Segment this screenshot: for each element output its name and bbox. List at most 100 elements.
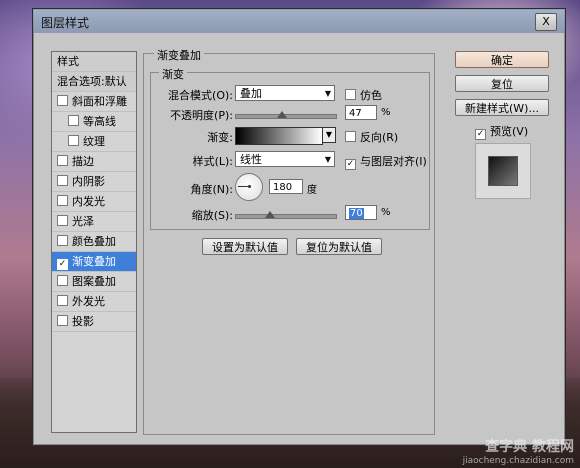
style-value: 线性 (240, 153, 262, 166)
align-checkbox[interactable]: ✓ (345, 159, 356, 170)
reverse-checkbox[interactable] (345, 131, 356, 142)
scale-slider-thumb[interactable] (265, 211, 275, 218)
sidebar-item[interactable]: 斜面和浮雕 (52, 92, 136, 112)
angle-value: 180 (273, 182, 293, 193)
sidebar-item-checkbox[interactable]: ✓ (57, 259, 68, 270)
dither-label: 仿色 (360, 89, 382, 102)
sidebar-item-blend-options[interactable]: 混合选项:默认 (52, 72, 136, 92)
opacity-input[interactable]: 47 (345, 105, 377, 120)
sidebar-item[interactable]: 内阴影 (52, 172, 136, 192)
sidebar-header-label: 样式 (57, 55, 79, 68)
scale-label: 缩放(S): (191, 209, 233, 222)
ok-label: 确定 (491, 54, 513, 67)
sidebar-item-label: 内阴影 (72, 175, 105, 188)
sidebar-item[interactable]: 光泽 (52, 212, 136, 232)
scale-input[interactable]: 70 (345, 205, 377, 220)
angle-dial[interactable] (235, 173, 263, 201)
chevron-down-icon: ▼ (324, 89, 331, 98)
check-icon: ✓ (346, 159, 355, 169)
sidebar-item-checkbox[interactable] (68, 135, 79, 146)
chevron-down-icon: ▼ (325, 130, 333, 139)
sidebar-item-label: 纹理 (83, 135, 105, 148)
sidebar-item[interactable]: 图案叠加 (52, 272, 136, 292)
style-label: 样式(L): (192, 155, 233, 168)
new-style-label: 新建样式(W)... (465, 102, 539, 115)
scale-slider-track[interactable] (235, 214, 337, 219)
sidebar-item-label: 投影 (72, 315, 94, 328)
sidebar-item-label: 等高线 (83, 115, 116, 128)
layer-style-dialog: 图层样式 X 样式 混合选项:默认 斜面和浮雕等高线纹理描边内阴影内发光光泽颜色… (32, 8, 566, 446)
sidebar-item-label: 颜色叠加 (72, 235, 116, 248)
sidebar-item[interactable]: 外发光 (52, 292, 136, 312)
style-select[interactable]: 线性 ▼ (235, 151, 335, 167)
reverse-label: 反向(R) (360, 131, 399, 144)
angle-center-dot (248, 185, 251, 188)
angle-label: 角度(N): (190, 183, 233, 196)
dither-checkbox[interactable] (345, 89, 356, 100)
sidebar-item[interactable]: 投影 (52, 312, 136, 332)
reset-button[interactable]: 复位 (455, 75, 549, 92)
sidebar-item[interactable]: 描边 (52, 152, 136, 172)
sidebar-item-checkbox[interactable] (57, 315, 68, 326)
group-title: 渐变叠加 (154, 47, 204, 63)
sidebar-item-label: 斜面和浮雕 (72, 95, 127, 108)
sidebar-item-checkbox[interactable] (57, 215, 68, 226)
gradient-subtitle: 渐变 (159, 66, 187, 82)
opacity-unit: % (381, 107, 391, 118)
scale-value: 70 (349, 208, 364, 219)
sidebar-item-checkbox[interactable] (57, 235, 68, 246)
align-checkbox-row[interactable]: ✓ 与图层对齐(I) (345, 153, 427, 170)
gradient-group: 渐变 混合模式(O): 叠加 ▼ 仿色 不透明度(P): 47 % 渐变: ▼ … (150, 66, 430, 230)
angle-input[interactable]: 180 (269, 179, 303, 194)
sidebar-item-label: 外发光 (72, 295, 105, 308)
gradient-dropdown[interactable]: ▼ (322, 127, 336, 143)
reset-default-button[interactable]: 复位为默认值 (296, 238, 382, 255)
set-default-button[interactable]: 设置为默认值 (202, 238, 288, 255)
sidebar-item-label: 渐变叠加 (72, 255, 116, 268)
sidebar-item-checkbox[interactable] (68, 115, 79, 126)
close-button[interactable]: X (535, 13, 557, 31)
sidebar-item[interactable]: ✓ 渐变叠加 (52, 252, 136, 272)
sidebar-item[interactable]: 颜色叠加 (52, 232, 136, 252)
opacity-value: 47 (349, 108, 362, 119)
set-default-label: 设置为默认值 (212, 241, 278, 254)
ok-button[interactable]: 确定 (455, 51, 549, 68)
watermark: 查字典 教程网 jiaocheng.chazidian.com (463, 436, 574, 466)
close-icon: X (542, 15, 550, 28)
preview-checkbox[interactable]: ✓ (475, 129, 486, 140)
titlebar: 图层样式 X (33, 9, 565, 33)
opacity-slider-thumb[interactable] (277, 111, 287, 118)
sidebar-item-label: 图案叠加 (72, 275, 116, 288)
check-icon: ✓ (476, 129, 485, 139)
reset-default-label: 复位为默认值 (306, 241, 372, 254)
sidebar-item-label: 光泽 (72, 215, 94, 228)
sidebar-item-label: 描边 (72, 155, 94, 168)
preview-swatch (488, 156, 518, 186)
sidebar-item[interactable]: 等高线 (52, 112, 136, 132)
sidebar-item-checkbox[interactable] (57, 195, 68, 206)
sidebar-list: 斜面和浮雕等高线纹理描边内阴影内发光光泽颜色叠加 ✓ 渐变叠加图案叠加外发光投影 (52, 92, 136, 332)
opacity-label: 不透明度(P): (170, 109, 233, 122)
sidebar-item-label: 内发光 (72, 195, 105, 208)
sidebar-header[interactable]: 样式 (52, 52, 136, 72)
preview-label: 预览(V) (490, 125, 529, 138)
chevron-down-icon: ▼ (324, 155, 331, 164)
reverse-checkbox-row[interactable]: 反向(R) (345, 129, 398, 145)
dialog-title: 图层样式 (41, 16, 90, 30)
sidebar-item-checkbox[interactable] (57, 295, 68, 306)
sidebar-item[interactable]: 纹理 (52, 132, 136, 152)
sidebar-item-checkbox[interactable] (57, 275, 68, 286)
check-icon: ✓ (58, 259, 67, 269)
blend-mode-value: 叠加 (240, 87, 262, 100)
dialog-content: 样式 混合选项:默认 斜面和浮雕 等高线 纹理 描边 内阴影 内发光 光泽 颜色叠加 ✓ 渐变叠加… (43, 43, 555, 439)
sidebar-item-checkbox[interactable] (57, 95, 68, 106)
sidebar-item-checkbox[interactable] (57, 175, 68, 186)
gradient-swatch[interactable] (235, 127, 323, 145)
blend-mode-select[interactable]: 叠加 ▼ (235, 85, 335, 101)
preview-checkbox-row[interactable]: ✓ 预览(V) (475, 123, 528, 140)
sidebar-item[interactable]: 内发光 (52, 192, 136, 212)
new-style-button[interactable]: 新建样式(W)... (455, 99, 549, 116)
angle-unit: 度 (307, 185, 317, 196)
sidebar-item-checkbox[interactable] (57, 155, 68, 166)
dither-checkbox-row[interactable]: 仿色 (345, 87, 382, 103)
